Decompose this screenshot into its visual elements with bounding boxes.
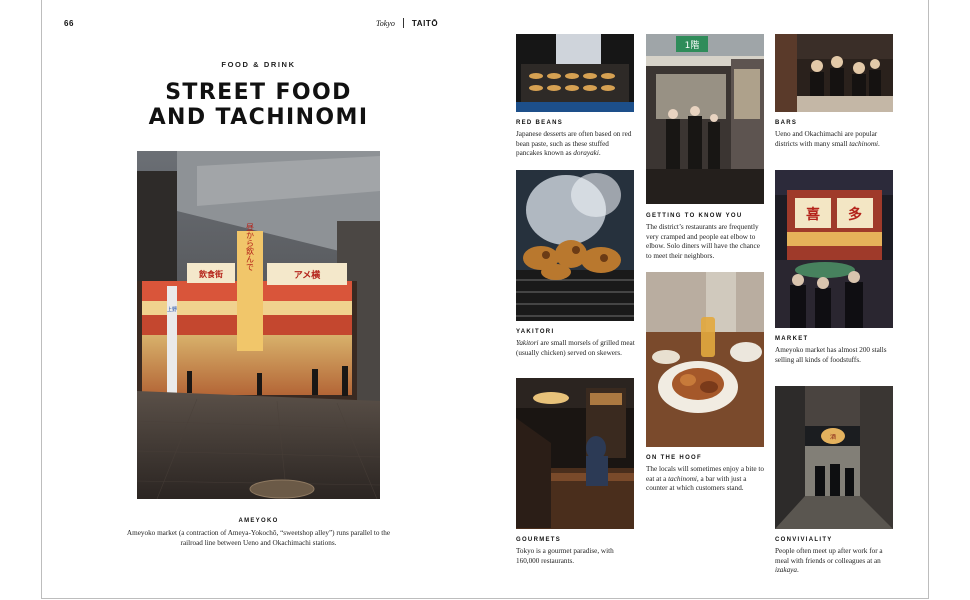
conviviality-photo: 酒 xyxy=(775,386,893,529)
caption-conviviality-title: CONVIVIALITY xyxy=(775,537,833,543)
alley-lantern-text: 酒 xyxy=(830,433,836,441)
caption-market-title: MARKET xyxy=(775,336,809,342)
header-city: Tokyo xyxy=(376,18,395,28)
market-sign1-text: 喜 xyxy=(806,206,820,223)
header-divider xyxy=(402,18,404,28)
ameyoko-photo: 昼から飲んで アメ横 飲食街 上野 xyxy=(137,151,380,499)
hoof-photo xyxy=(646,272,764,447)
getting-photo: 1階 xyxy=(646,34,764,204)
section-kicker: FOOD & DRINK xyxy=(221,60,296,69)
sign-main-text: アメ横 xyxy=(294,269,322,281)
caption-bars-text: Ueno and Okachimachi are popular distric… xyxy=(775,130,880,148)
running-header: Tokyo TAITŌ xyxy=(376,18,438,28)
market-photo: 喜 多 xyxy=(775,170,893,328)
title-line-2: AND TACHINOMI xyxy=(148,105,369,130)
caption-getting-text: The district’s restaurants are frequentl… xyxy=(646,223,760,260)
street-label-text: 1階 xyxy=(685,40,700,51)
caption-bars-title: BARS xyxy=(775,120,798,126)
caption-hoof-title: ON THE HOOF xyxy=(646,455,702,461)
caption-gourmets-title: GOURMETS xyxy=(516,537,562,543)
page-number: 66 xyxy=(64,19,74,28)
caption-yakitori-text: Yakitori are small morsels of grilled me… xyxy=(516,339,635,357)
vertical-sign-text: 昼から飲んで xyxy=(246,223,255,271)
yakitori-photo xyxy=(516,170,634,321)
caption-conviviality-text: People often meet up after work for a me… xyxy=(775,547,883,574)
header-district: TAITŌ xyxy=(411,18,439,28)
caption-market-text: Ameyoko market has almost 200 stalls sel… xyxy=(775,346,887,364)
caption-red-beans-text: Japanese desserts are often based on red… xyxy=(516,130,632,157)
title-line-1: STREET FOOD xyxy=(165,80,352,105)
page-title: STREET FOOD AND TACHINOMI xyxy=(120,80,397,130)
sign-sub-text: 飲食街 xyxy=(198,269,223,279)
pole-label-text: 上野 xyxy=(167,306,177,313)
bars-photo xyxy=(775,34,893,112)
caption-yakitori-title: YAKITORI xyxy=(516,329,555,335)
gourmets-photo xyxy=(516,378,634,529)
caption-hoof-text: The locals will sometimes enjoy a bite t… xyxy=(646,465,764,492)
red-beans-photo xyxy=(516,34,634,112)
caption-gourmets-text: Tokyo is a gourmet paradise, with 160,00… xyxy=(516,547,614,565)
caption-ameyoko-text: Ameyoko market (a contraction of Ameya-Y… xyxy=(126,529,391,547)
caption-getting-title: GETTING TO KNOW YOU xyxy=(646,213,743,219)
market-sign2-text: 多 xyxy=(848,206,862,223)
caption-red-beans-title: RED BEANS xyxy=(516,120,564,126)
caption-ameyoko-title: AMEYOKO xyxy=(238,518,279,524)
